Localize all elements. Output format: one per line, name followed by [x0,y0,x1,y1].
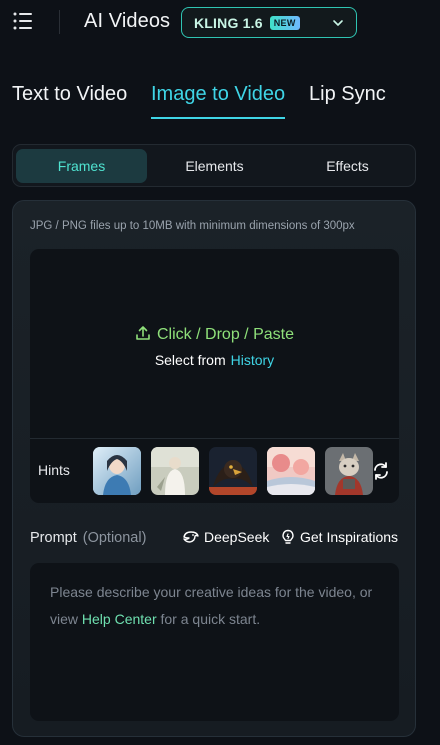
subtab-frames[interactable]: Frames [16,149,147,183]
get-inspirations-button[interactable]: Get Inspirations [281,529,398,545]
tab-text-to-video[interactable]: Text to Video [12,83,127,106]
new-badge: NEW [269,15,300,30]
prompt-label-text: Prompt [30,530,77,546]
deepseek-whale-icon [183,531,199,543]
chevron-down-icon [333,20,343,26]
subtab-effects[interactable]: Effects [282,149,413,183]
active-tab-underline [151,117,285,119]
upload-icon [136,326,150,340]
upload-click-text: Click [157,326,192,343]
prompt-placeholder-after: for a quick start. [160,611,261,627]
separator: / [196,326,201,343]
header-divider [59,10,60,34]
history-link[interactable]: History [231,352,275,368]
hint-thumb-pink-landscape[interactable] [267,447,315,495]
top-bar: AI Videos KLING 1.6 NEW [0,0,440,44]
upload-dropzone[interactable]: Click / Drop / Paste Select from History [30,249,399,439]
hints-label: Hints [38,462,70,478]
upload-requirements-note: JPG / PNG files up to 10MB with minimum … [30,220,355,232]
lightbulb-icon [282,529,294,544]
history-line: Select from History [30,352,399,368]
creation-panel: JPG / PNG files up to 10MB with minimum … [12,200,416,737]
hint-thumb-blue-portrait[interactable] [93,447,141,495]
deepseek-button[interactable]: DeepSeek [183,529,269,545]
prompt-textarea[interactable]: Please describe your creative ideas for … [30,563,399,721]
model-label: KLING 1.6 [194,14,263,31]
tab-image-to-video[interactable]: Image to Video [151,83,285,106]
deepseek-label: DeepSeek [204,529,270,545]
prompt-label: Prompt (Optional) [30,530,146,546]
hint-thumb-white-figure[interactable] [151,447,199,495]
hint-thumb-eagle[interactable] [209,447,257,495]
help-center-link[interactable]: Help Center [82,611,157,627]
tab-lip-sync[interactable]: Lip Sync [309,83,386,106]
page-title: AI Videos [84,10,171,32]
get-inspirations-label: Get Inspirations [300,529,399,545]
subtab-elements[interactable]: Elements [149,149,280,183]
mode-tabs: Text to Video Image to Video Lip Sync [0,78,440,122]
sub-tabs: Frames Elements Effects [12,144,416,187]
hints-divider [30,438,399,439]
upload-area: Click / Drop / Paste Select from History … [30,249,399,503]
hamburger-menu-icon[interactable] [13,12,33,30]
model-select-dropdown[interactable]: KLING 1.6 NEW [181,7,357,38]
separator: / [244,326,249,343]
prompt-optional-text: (Optional) [82,530,147,546]
select-from-text: Select from [154,352,226,368]
upload-actions: Click / Drop / Paste [30,325,399,344]
hint-thumb-armored-cat[interactable] [325,447,373,495]
upload-drop-text: Drop [205,326,240,343]
upload-paste-text: Paste [253,326,294,343]
refresh-icon[interactable] [371,461,391,481]
